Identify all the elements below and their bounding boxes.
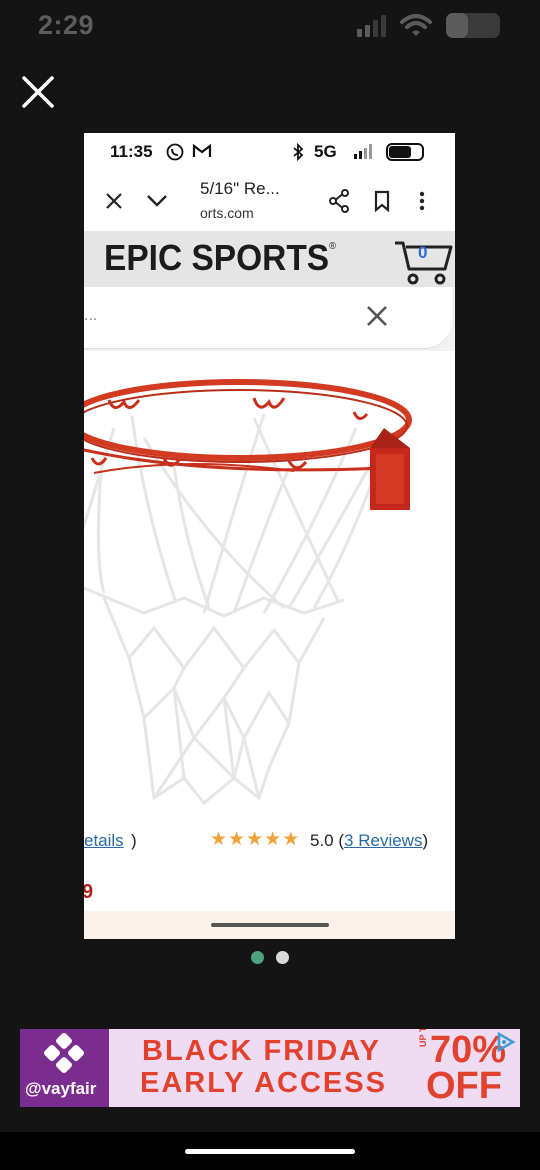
star-icon: ★ [210, 829, 228, 850]
inner-status-time: 11:35 [110, 142, 153, 161]
wifi-icon [400, 13, 432, 36]
chevron-down-icon[interactable] [146, 194, 168, 208]
status-bar: 2:29 [0, 0, 540, 54]
cart-button[interactable]: 0 [393, 237, 453, 285]
page-domain: orts.com [200, 205, 254, 221]
star-rating: ★ ★ ★ ★ ★ [210, 830, 299, 850]
more-menu-icon[interactable] [418, 190, 426, 212]
status-time: 2:29 [38, 10, 95, 40]
inner-battery-icon [386, 143, 424, 161]
ad-up-to: UP TO [418, 1029, 428, 1047]
search-bar: ... [84, 287, 455, 351]
clear-search-icon[interactable] [362, 301, 392, 331]
close-icon[interactable] [20, 74, 56, 110]
site-logo[interactable]: EPIC SPORTS® [104, 237, 336, 279]
browser-toolbar: 5/16" Re... orts.com [84, 173, 455, 231]
star-icon: ★ [228, 829, 246, 850]
battery-icon [446, 13, 500, 38]
ad-headline-1: BLACK FRIDAY [142, 1035, 381, 1067]
image-pager [0, 951, 540, 965]
product-image[interactable] [84, 358, 455, 818]
net [84, 413, 386, 806]
site-header: EPIC SPORTS® 0 [84, 231, 455, 287]
rim-bracket [370, 428, 410, 510]
cellular-signal-icon [357, 14, 386, 37]
rating-value: 5.0 (3 Reviews) [310, 831, 429, 850]
reviews-link[interactable]: 3 Reviews [344, 831, 422, 850]
page-title: 5/16" Re... [200, 179, 280, 198]
pager-dot[interactable] [276, 951, 289, 964]
whatsapp-icon [166, 143, 184, 161]
site-logo-text: EPIC SPORTS [104, 237, 330, 278]
inner-status-bar: 11:35 5G [84, 133, 455, 173]
star-icon: ★ [264, 829, 282, 850]
inner-home-indicator [211, 923, 329, 927]
listing-photo[interactable]: 11:35 5G 5/16" Re... orts.com EPIC SPORT… [84, 133, 455, 939]
ad-off: OFF [426, 1065, 502, 1107]
network-label: 5G [314, 142, 337, 161]
ad-choices-icon[interactable] [494, 1031, 518, 1053]
ad-brand: @vayfair [25, 1079, 97, 1098]
pager-dot-active[interactable] [251, 951, 264, 964]
home-indicator[interactable] [185, 1149, 355, 1154]
bluetooth-icon [293, 143, 304, 161]
inner-signal-icon [354, 144, 372, 159]
details-link[interactable]: etails [84, 831, 124, 851]
details-paren: ) [131, 831, 137, 850]
search-input[interactable]: ... [84, 287, 452, 349]
search-placeholder: ... [84, 307, 98, 324]
cart-count: 0 [418, 243, 428, 262]
price-fragment: 9 [84, 881, 94, 903]
status-icons [357, 13, 500, 38]
star-icon: ★ [246, 829, 264, 850]
ad-headline-2: EARLY ACCESS [140, 1067, 387, 1099]
rating-number: 5.0 [310, 831, 334, 850]
gmail-icon [192, 143, 212, 157]
registered-mark: ® [329, 241, 336, 252]
bookmark-icon[interactable] [373, 190, 391, 212]
wayfair-logo-icon [44, 1033, 84, 1073]
ad-banner[interactable]: @vayfair BLACK FRIDAY EARLY ACCESS UP TO… [20, 1029, 520, 1107]
share-icon[interactable] [328, 189, 350, 213]
star-icon: ★ [282, 829, 300, 850]
rating-row: etails ) ★ ★ ★ ★ ★ 5.0 (3 Reviews) [84, 829, 455, 853]
wayfair-logo: @vayfair [20, 1029, 109, 1107]
close-tab-icon[interactable] [105, 192, 123, 210]
